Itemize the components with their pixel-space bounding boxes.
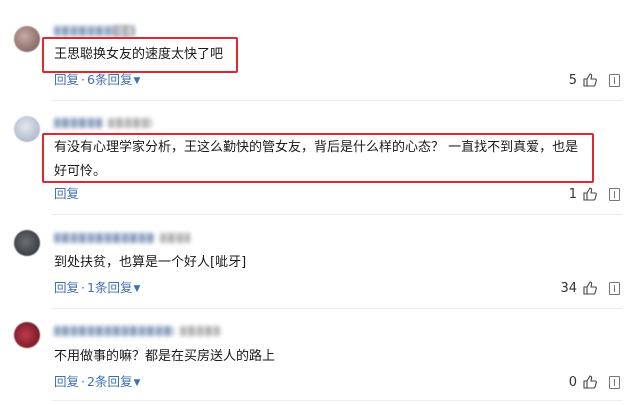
timestamp-blurred — [180, 326, 220, 336]
avatar[interactable] — [14, 26, 40, 52]
separator: · — [81, 374, 85, 389]
report-icon[interactable] — [609, 187, 620, 201]
comment-text: 有没有心理学家分析，王这么勤快的管女友，背后是什么样的心态？ 一直找不到真爱，也… — [54, 140, 579, 179]
reply-link[interactable]: 回复 — [54, 72, 79, 87]
thumbs-up-icon[interactable] — [583, 281, 597, 295]
separator: · — [81, 280, 85, 295]
comment-tools: 34 — [560, 280, 620, 296]
replies-count-label: 1条回复 — [87, 280, 133, 295]
comment-text: 王思聪换女友的速度太快了吧 — [54, 47, 224, 62]
divider — [52, 308, 622, 309]
divider — [52, 214, 622, 215]
like-count: 5 — [568, 72, 577, 88]
avatar[interactable] — [14, 230, 40, 256]
avatar[interactable] — [14, 116, 40, 142]
username-blurred[interactable] — [54, 233, 154, 243]
report-icon[interactable] — [609, 281, 620, 295]
comment-tools: 1 — [569, 186, 620, 202]
chevron-down-icon: ▼ — [133, 378, 141, 388]
comment-tools: 0 — [569, 374, 620, 390]
view-replies-link[interactable]: 6条回复▼ — [87, 72, 140, 87]
reply-link[interactable]: 回复 — [54, 374, 79, 389]
comment-actions: 回复 · 2条回复▼ — [54, 374, 140, 390]
username-blurred[interactable] — [54, 118, 102, 128]
divider — [52, 100, 622, 101]
comment-text: 到处扶贫，也算是一个好人[呲牙] — [54, 255, 247, 270]
timestamp-blurred — [108, 118, 152, 128]
thumbs-up-icon[interactable] — [583, 73, 597, 87]
replies-count-label: 2条回复 — [87, 374, 133, 389]
report-icon[interactable] — [609, 375, 620, 389]
reply-link[interactable]: 回复 — [54, 186, 79, 201]
like-count: 0 — [568, 374, 577, 390]
reply-link[interactable]: 回复 — [54, 280, 79, 295]
comment-text: 不用做事的嘛？都是在买房送人的路上 — [54, 349, 276, 364]
chevron-down-icon: ▼ — [133, 76, 141, 86]
username-blurred[interactable] — [54, 326, 174, 336]
comment-actions: 回复 · 1条回复▼ — [54, 280, 140, 296]
thumbs-up-icon[interactable] — [583, 187, 597, 201]
timestamp-blurred — [114, 26, 134, 36]
avatar[interactable] — [14, 322, 40, 348]
view-replies-link[interactable]: 1条回复▼ — [87, 280, 140, 295]
report-icon[interactable] — [609, 73, 620, 87]
like-count: 1 — [568, 186, 577, 202]
timestamp-blurred — [160, 233, 190, 243]
comment-actions: 回复 · 6条回复▼ — [54, 72, 140, 88]
comment-tools: 5 — [569, 72, 620, 88]
view-replies-link[interactable]: 2条回复▼ — [87, 374, 140, 389]
separator: · — [81, 72, 85, 87]
replies-count-label: 6条回复 — [87, 72, 133, 87]
chevron-down-icon: ▼ — [133, 284, 141, 294]
divider — [52, 400, 622, 401]
comment-actions: 回复 — [54, 186, 79, 202]
like-count: 34 — [560, 280, 577, 296]
thumbs-up-icon[interactable] — [583, 375, 597, 389]
